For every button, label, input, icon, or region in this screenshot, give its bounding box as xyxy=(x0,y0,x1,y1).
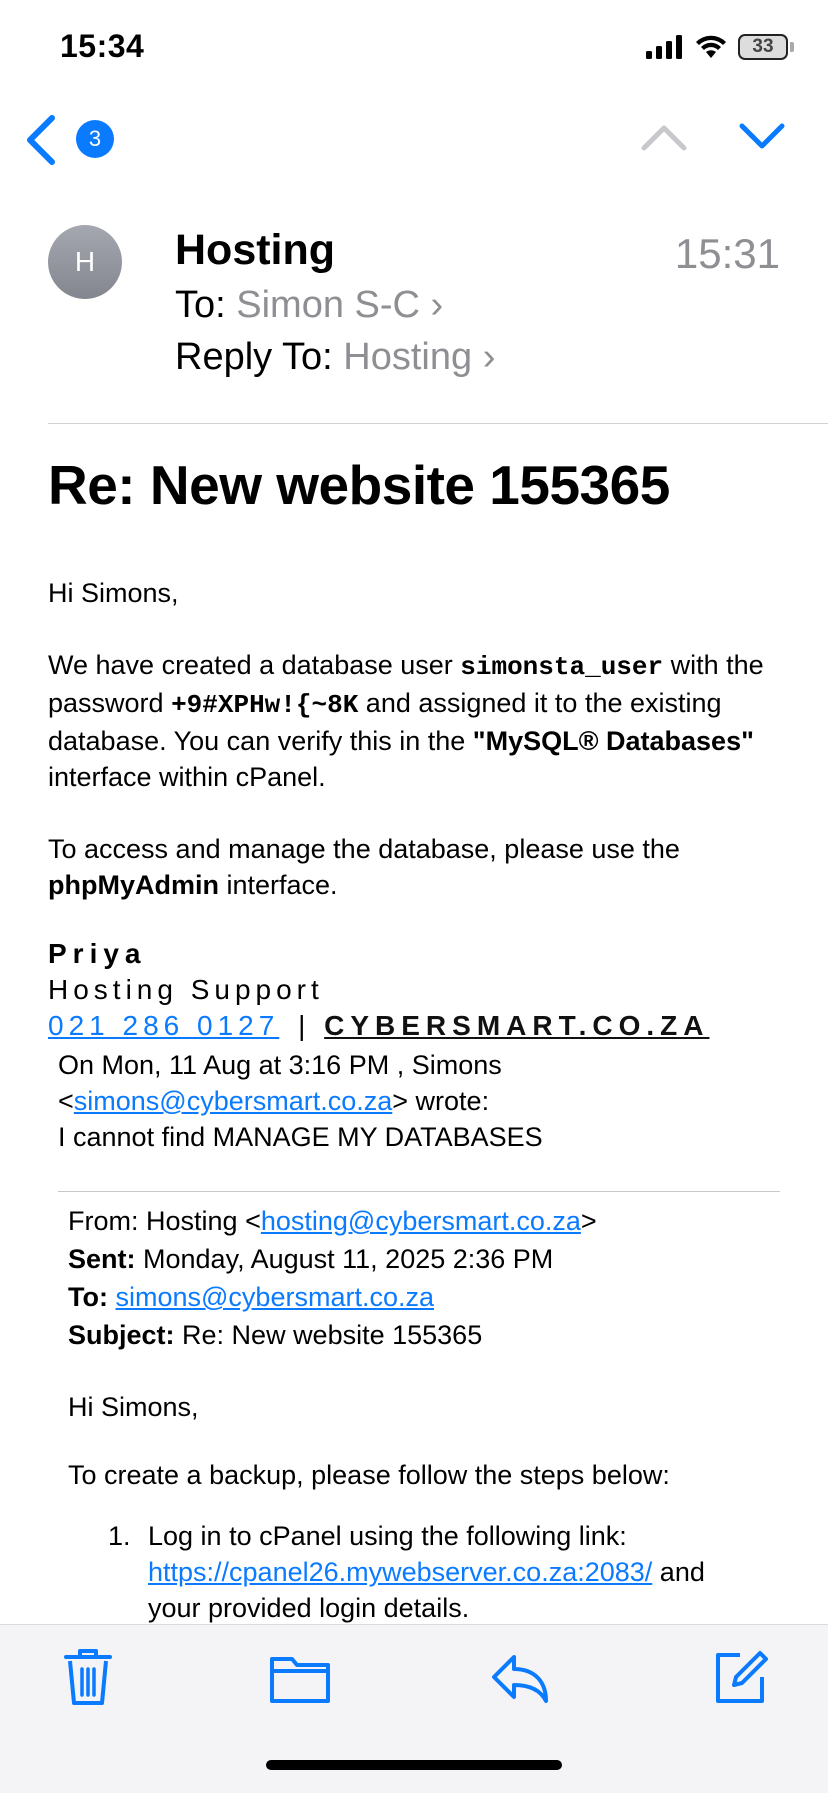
reply-to-label: Reply To: xyxy=(175,336,333,378)
quoted-intro: To create a backup, please follow the st… xyxy=(68,1460,670,1490)
battery-level: 33 xyxy=(752,36,774,57)
quote-intro-line: On Mon, 11 Aug at 3:16 PM , Simons xyxy=(58,1050,502,1080)
sender-email-link[interactable]: simons@cybersmart.co.za xyxy=(74,1086,393,1116)
message-time: 15:31 xyxy=(674,230,780,277)
chevron-left-icon[interactable] xyxy=(22,110,62,170)
battery-nub xyxy=(790,42,794,52)
quoted-message: I cannot find MANAGE MY DATABASES xyxy=(58,1122,543,1152)
reply-icon[interactable] xyxy=(488,1645,552,1709)
phpmyadmin-label: phpMyAdmin xyxy=(48,870,219,900)
signature-role: Hosting Support xyxy=(48,974,324,1005)
quote-intro: On Mon, 11 Aug at 3:16 PM , Simons <simo… xyxy=(58,1047,778,1155)
chevron-right-icon: › xyxy=(482,336,496,378)
to-recipient[interactable]: Simon S-C xyxy=(236,284,420,326)
step-number: 1. xyxy=(108,1521,131,1551)
quoted-from: From: Hosting <hosting@cybersmart.co.za> xyxy=(68,1206,597,1236)
reply-to-line[interactable]: Reply To: Hosting › xyxy=(175,336,495,379)
to-line[interactable]: To: Simon S-C › xyxy=(175,284,443,327)
folder-icon[interactable] xyxy=(268,1645,332,1709)
home-indicator[interactable] xyxy=(266,1760,562,1770)
quote-divider xyxy=(58,1191,780,1192)
signature-links: 021 286 0127 | CYBERSMART.CO.ZA xyxy=(48,1010,709,1042)
wifi-icon xyxy=(696,35,726,58)
status-time: 15:34 xyxy=(60,28,145,64)
chevron-down-icon[interactable] xyxy=(738,120,786,152)
cellular-signal-icon xyxy=(646,35,682,59)
db-password: +9#XPHw!{~8K xyxy=(171,690,359,720)
quoted-to: To: simons@cybersmart.co.za xyxy=(68,1282,435,1312)
to-label: To: xyxy=(175,284,226,326)
compose-icon[interactable] xyxy=(708,1645,772,1709)
battery-icon: 33 xyxy=(738,34,788,60)
header-divider xyxy=(48,423,828,424)
quote-intro-email-line: <simons@cybersmart.co.za> wrote: xyxy=(58,1086,490,1116)
paragraph-credentials: We have created a database user simonsta… xyxy=(48,650,764,792)
quoted-greeting: Hi Simons, xyxy=(68,1392,199,1422)
status-icons: 33 xyxy=(646,34,794,60)
hosting-email-link[interactable]: hosting@cybersmart.co.za xyxy=(261,1206,581,1236)
message-subject: Re: New website 155365 xyxy=(48,454,670,516)
status-bar: 15:34 33 xyxy=(0,0,828,100)
step-item: Log in to cPanel using the following lin… xyxy=(148,1521,705,1623)
phone-link[interactable]: 021 286 0127 xyxy=(48,1010,279,1041)
trash-icon[interactable] xyxy=(56,1645,120,1709)
db-user: simonsta_user xyxy=(460,652,664,682)
quoted-sent: Sent: Monday, August 11, 2025 2:36 PM xyxy=(68,1244,554,1274)
reply-to-recipient[interactable]: Hosting xyxy=(343,336,472,378)
chevron-up-icon[interactable] xyxy=(640,120,688,152)
unread-count-badge[interactable]: 3 xyxy=(76,120,114,158)
nav-bar xyxy=(0,100,828,184)
message-body: Hi Simons, We have created a database us… xyxy=(48,575,788,903)
signature-name: Priya xyxy=(48,938,147,969)
avatar[interactable]: H xyxy=(48,225,122,299)
signature-separator: | xyxy=(298,1010,306,1041)
mysql-databases-label: "MySQL® Databases" xyxy=(472,726,754,756)
quoted-email: From: Hosting <hosting@cybersmart.co.za>… xyxy=(68,1202,768,1494)
chevron-right-icon: › xyxy=(430,284,444,326)
quoted-subject: Subject: Re: New website 155365 xyxy=(68,1320,483,1350)
recipient-email-link[interactable]: simons@cybersmart.co.za xyxy=(116,1282,435,1312)
cpanel-link[interactable]: https://cpanel26.mywebserver.co.za:2083/ xyxy=(148,1557,652,1587)
sender-name[interactable]: Hosting xyxy=(175,226,335,275)
paragraph-phpmyadmin: To access and manage the database, pleas… xyxy=(48,834,680,900)
greeting: Hi Simons, xyxy=(48,578,179,608)
website-link[interactable]: CYBERSMART.CO.ZA xyxy=(324,1010,709,1041)
steps-list: 1. Log in to cPanel using the following … xyxy=(68,1518,758,1626)
